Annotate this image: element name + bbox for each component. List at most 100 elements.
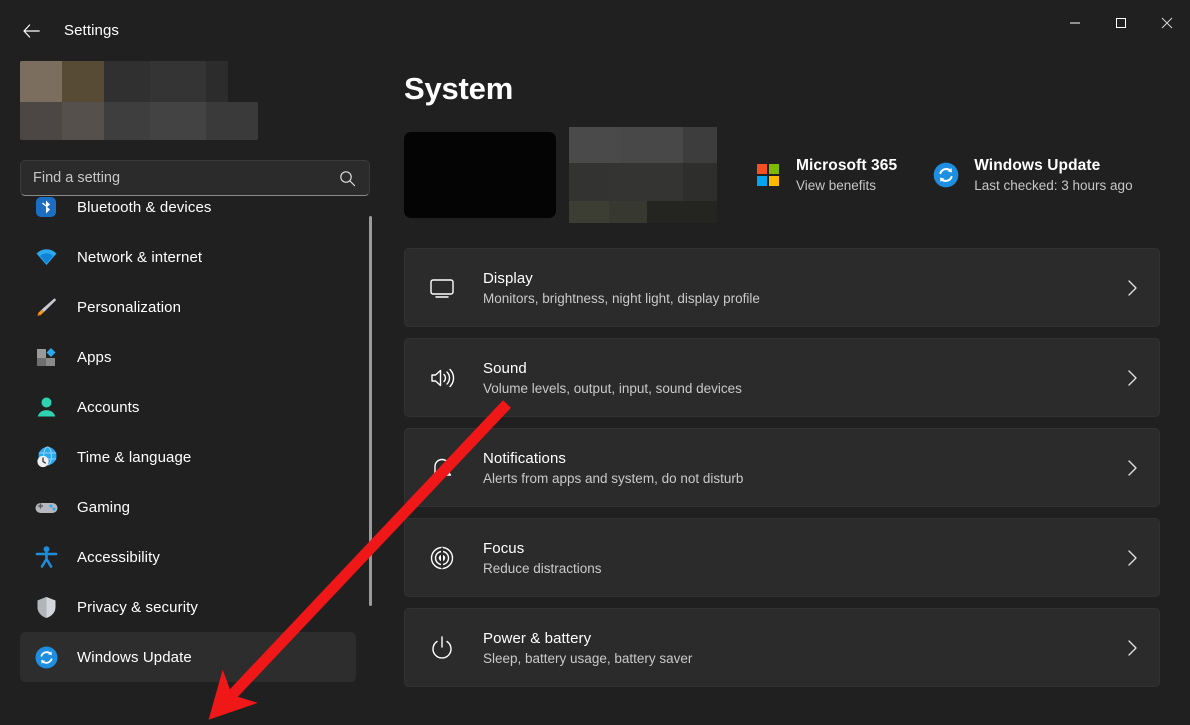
sidebar-item-label: Gaming (77, 499, 130, 516)
redaction-tile (683, 163, 717, 201)
sidebar-item-label: Privacy & security (77, 599, 198, 616)
gamepad-icon (33, 494, 59, 520)
wifi-icon (33, 244, 59, 270)
sidebar-item-windows-update[interactable]: Windows Update (20, 632, 356, 682)
sidebar-item-label: Accessibility (77, 549, 160, 566)
apps-icon (33, 344, 59, 370)
bell-icon (427, 453, 457, 483)
chevron-right-icon[interactable] (1126, 368, 1139, 388)
shield-icon (33, 594, 59, 620)
sync-icon (931, 160, 961, 190)
settings-row-notifications[interactable]: Notifications Alerts from apps and syste… (404, 428, 1160, 507)
sidebar-item-label: Windows Update (77, 649, 192, 666)
redaction-tile (569, 127, 621, 163)
settings-row-subtitle: Alerts from apps and system, do not dist… (483, 471, 1126, 486)
minimize-button[interactable] (1052, 0, 1098, 46)
sidebar-item-label: Accounts (77, 399, 140, 416)
hero-card-microsoft-365[interactable]: Microsoft 365 View benefits (753, 157, 897, 193)
redaction-tile (150, 61, 206, 102)
settings-row-title: Notifications (483, 450, 1126, 467)
content-split: Bluetooth & devices Network & internet (0, 61, 1190, 725)
microsoft-logo-icon (753, 160, 783, 190)
sync-icon (33, 644, 59, 670)
maximize-button[interactable] (1098, 0, 1144, 46)
redaction-tile (609, 201, 647, 223)
sidebar-item-time-language[interactable]: Time & language (20, 432, 356, 482)
sidebar-item-label: Time & language (77, 449, 191, 466)
sidebar-item-label: Apps (77, 349, 112, 366)
search-input[interactable] (21, 170, 339, 186)
maximize-icon (1115, 17, 1127, 29)
sidebar-item-privacy-security[interactable]: Privacy & security (20, 582, 356, 632)
settings-row-subtitle: Reduce distractions (483, 561, 1126, 576)
settings-row-subtitle: Sleep, battery usage, battery saver (483, 651, 1126, 666)
sidebar-item-accessibility[interactable]: Accessibility (20, 532, 356, 582)
settings-window: Settings (0, 0, 1190, 725)
chevron-right-icon[interactable] (1126, 458, 1139, 478)
redaction-tile (609, 163, 683, 201)
search-box[interactable] (20, 160, 370, 196)
redaction-tile (20, 102, 62, 140)
device-info-redacted (569, 127, 727, 223)
sidebar-item-bluetooth-devices[interactable]: Bluetooth & devices (20, 196, 356, 232)
settings-row-subtitle: Monitors, brightness, night light, displ… (483, 291, 1126, 306)
settings-row-focus[interactable]: Focus Reduce distractions (404, 518, 1160, 597)
hero-card-subtitle[interactable]: View benefits (796, 178, 897, 193)
page-title: System (404, 71, 1160, 107)
back-button[interactable] (12, 15, 50, 47)
profile-block-redacted[interactable] (20, 61, 258, 140)
hero-card-windows-update[interactable]: Windows Update Last checked: 3 hours ago (931, 157, 1132, 193)
clock-globe-icon (33, 444, 59, 470)
sidebar-scrollbar[interactable] (369, 216, 372, 710)
speaker-icon (427, 363, 457, 393)
sidebar-item-personalization[interactable]: Personalization (20, 282, 356, 332)
redaction-tile (104, 61, 150, 102)
redaction-tile (62, 61, 104, 102)
sidebar-item-label: Personalization (77, 299, 181, 316)
settings-row-display[interactable]: Display Monitors, brightness, night ligh… (404, 248, 1160, 327)
chevron-right-icon[interactable] (1126, 548, 1139, 568)
close-button[interactable] (1144, 0, 1190, 46)
window-title: Settings (64, 22, 119, 39)
settings-row-title: Focus (483, 540, 1126, 557)
monitor-icon (427, 273, 457, 303)
hero-row: Microsoft 365 View benefits (404, 129, 1160, 221)
redaction-tile (104, 102, 150, 140)
redaction-tile (206, 61, 228, 102)
settings-row-title: Sound (483, 360, 1126, 377)
sidebar-scrollbar-thumb[interactable] (369, 216, 372, 606)
sidebar-nav: Bluetooth & devices Network & internet (0, 196, 390, 725)
focus-icon (427, 543, 457, 573)
settings-row-sound[interactable]: Sound Volume levels, output, input, soun… (404, 338, 1160, 417)
settings-list: Display Monitors, brightness, night ligh… (404, 248, 1160, 687)
title-bar: Settings (0, 0, 1190, 61)
paintbrush-icon (33, 294, 59, 320)
bluetooth-icon (33, 196, 59, 220)
sidebar-item-apps[interactable]: Apps (20, 332, 356, 382)
redaction-tile (206, 102, 258, 140)
sidebar-item-accounts[interactable]: Accounts (20, 382, 356, 432)
sidebar-item-network-internet[interactable]: Network & internet (20, 232, 356, 282)
sidebar-item-label: Bluetooth & devices (77, 199, 211, 216)
redaction-tile (683, 127, 717, 163)
settings-row-subtitle: Volume levels, output, input, sound devi… (483, 381, 1126, 396)
settings-row-power-battery[interactable]: Power & battery Sleep, battery usage, ba… (404, 608, 1160, 687)
settings-row-title: Power & battery (483, 630, 1126, 647)
device-preview-image (404, 132, 556, 218)
main-content: System (390, 61, 1190, 725)
settings-row-title: Display (483, 270, 1126, 287)
sidebar: Bluetooth & devices Network & internet (0, 61, 390, 725)
close-icon (1161, 17, 1173, 29)
search-wrap (0, 140, 390, 196)
search-icon[interactable] (339, 170, 356, 187)
back-arrow-icon (23, 24, 40, 38)
chevron-right-icon[interactable] (1126, 278, 1139, 298)
hero-card-title: Microsoft 365 (796, 157, 897, 175)
chevron-right-icon[interactable] (1126, 638, 1139, 658)
window-controls (1052, 0, 1190, 46)
power-icon (427, 633, 457, 663)
redaction-tile (569, 201, 609, 223)
redaction-tile (20, 61, 62, 102)
redaction-tile (569, 163, 609, 201)
sidebar-item-gaming[interactable]: Gaming (20, 482, 356, 532)
